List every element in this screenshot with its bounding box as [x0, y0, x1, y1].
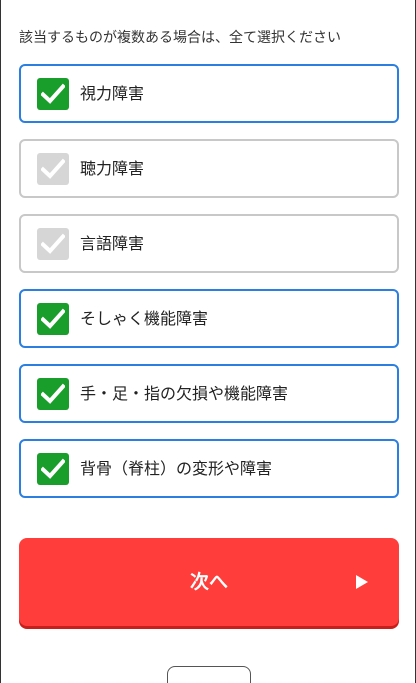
back-button[interactable]	[167, 666, 251, 683]
instruction-text: 該当するものが複数ある場合は、全て選択ください	[19, 30, 341, 46]
option-visual-impairment[interactable]: 視力障害	[19, 64, 399, 123]
checkbox[interactable]	[37, 228, 69, 260]
checkbox[interactable]	[37, 378, 69, 410]
next-button[interactable]: 次へ	[19, 538, 399, 626]
checkbox[interactable]	[37, 78, 69, 110]
option-label: そしゃく機能障害	[80, 309, 209, 328]
option-label: 手・足・指の欠損や機能障害	[80, 384, 289, 403]
checkbox[interactable]	[37, 303, 69, 335]
checkmark-icon	[41, 458, 65, 479]
option-spine-impairment[interactable]: 背骨（脊柱）の変形や障害	[19, 439, 399, 498]
option-limb-impairment[interactable]: 手・足・指の欠損や機能障害	[19, 364, 399, 423]
play-arrow-icon	[356, 575, 368, 589]
checkmark-icon	[41, 383, 65, 404]
checkbox[interactable]	[37, 153, 69, 185]
option-chewing-impairment[interactable]: そしゃく機能障害	[19, 289, 399, 348]
option-label: 言語障害	[80, 234, 145, 253]
option-speech-impairment[interactable]: 言語障害	[19, 214, 399, 273]
checkmark-icon	[41, 308, 65, 329]
checkmark-icon	[41, 158, 65, 179]
checkmark-icon	[41, 83, 65, 104]
option-label: 視力障害	[80, 84, 145, 103]
option-label: 背骨（脊柱）の変形や障害	[80, 459, 273, 478]
page-frame: 該当するものが複数ある場合は、全て選択ください 視力障害 聴力障害 言語障害 そ…	[0, 0, 416, 683]
next-button-label: 次へ	[189, 571, 228, 593]
checkbox[interactable]	[37, 453, 69, 485]
option-hearing-impairment[interactable]: 聴力障害	[19, 139, 399, 198]
checkmark-icon	[41, 233, 65, 254]
option-label: 聴力障害	[80, 159, 145, 178]
